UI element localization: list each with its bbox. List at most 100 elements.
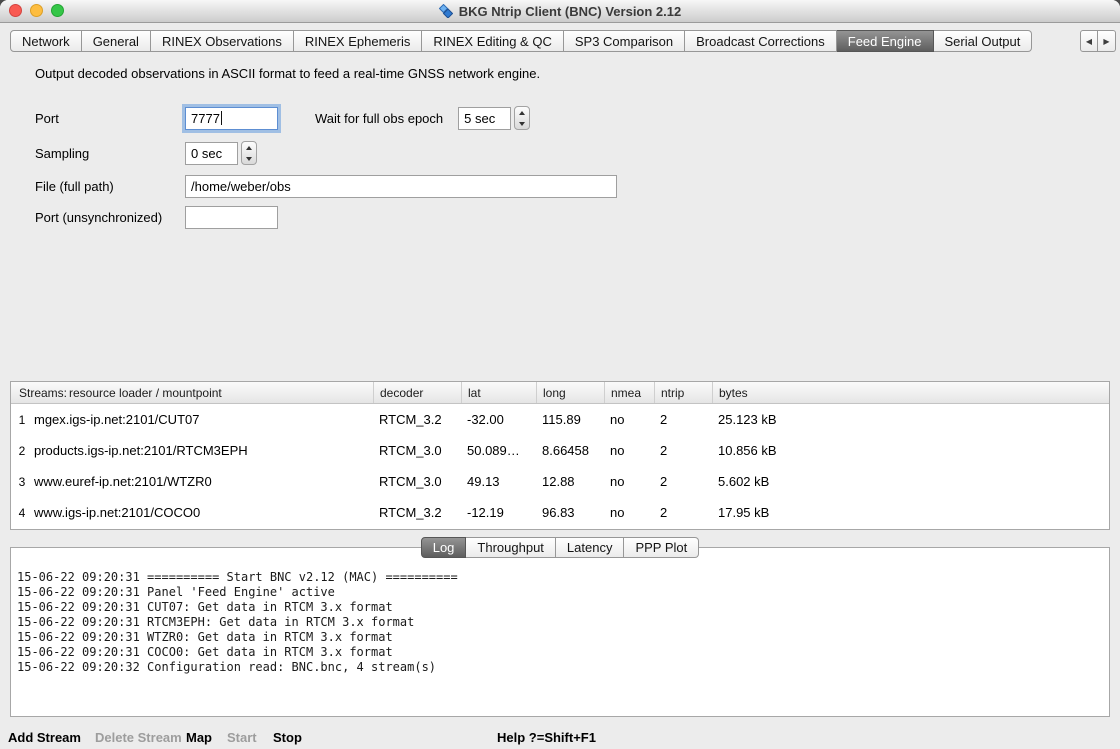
tab-network[interactable]: Network (10, 30, 82, 52)
row-number: 4 (11, 506, 33, 520)
left-arrow-icon: ◀ (1086, 37, 1092, 46)
stop-button[interactable]: Stop (273, 730, 302, 745)
tab-log[interactable]: Log (421, 537, 467, 558)
text-cursor (221, 111, 222, 125)
file-path-input[interactable] (185, 175, 617, 198)
log-line: 15-06-22 09:20:31 RTCM3EPH: Get data in … (17, 615, 1103, 630)
column-header-decoder[interactable]: decoder (373, 382, 461, 403)
column-header-mountpoint[interactable]: resource loader / mountpoint (61, 382, 373, 403)
add-stream-button[interactable]: Add Stream (8, 730, 81, 745)
port-value: 7777 (191, 111, 220, 126)
stream-mountpoint: www.euref-ip.net:2101/WTZR0 (33, 474, 373, 489)
window-controls (9, 4, 64, 17)
map-button[interactable]: Map (186, 730, 212, 745)
stream-long: 12.88 (536, 474, 604, 489)
bnc-window: BKG Ntrip Client (BNC) Version 2.12 Netw… (0, 0, 1120, 749)
down-arrow-icon (519, 122, 525, 126)
stream-bytes: 17.95 kB (712, 505, 1109, 520)
wait-epoch-value: 5 sec (464, 111, 495, 126)
sampling-value: 0 sec (191, 146, 222, 161)
streams-corner-label: Streams: (11, 382, 61, 403)
log-panel[interactable]: 15-06-22 09:20:31 ========== Start BNC v… (10, 547, 1110, 717)
stream-mountpoint: products.igs-ip.net:2101/RTCM3EPH (33, 443, 373, 458)
column-header-long[interactable]: long (536, 382, 604, 403)
title-bar: BKG Ntrip Client (BNC) Version 2.12 (0, 0, 1120, 23)
stream-row[interactable]: 4 www.igs-ip.net:2101/COCO0 RTCM_3.2 -12… (11, 497, 1109, 528)
stream-long: 115.89 (536, 412, 604, 427)
wait-epoch-spinbox[interactable]: 5 sec (458, 107, 511, 130)
footer-bar: Add Stream Delete Stream Map Start Stop … (0, 728, 1120, 749)
stream-lat: 49.13 (461, 474, 536, 489)
sampling-step-up-button[interactable] (242, 142, 256, 153)
stream-row[interactable]: 2 products.igs-ip.net:2101/RTCM3EPH RTCM… (11, 435, 1109, 466)
streams-table: Streams: resource loader / mountpoint de… (10, 381, 1110, 530)
streams-table-header: Streams: resource loader / mountpoint de… (11, 382, 1109, 404)
help-shortcut-label: Help ?=Shift+F1 (497, 730, 596, 745)
stream-mountpoint: mgex.igs-ip.net:2101/CUT07 (33, 412, 373, 427)
stream-decoder: RTCM_3.2 (373, 505, 461, 520)
tab-sp3-comparison[interactable]: SP3 Comparison (564, 30, 685, 52)
panel-description: Output decoded observations in ASCII for… (35, 66, 540, 81)
log-line: 15-06-22 09:20:31 WTZR0: Get data in RTC… (17, 630, 1103, 645)
sampling-stepper (241, 141, 257, 165)
stream-bytes: 5.602 kB (712, 474, 1109, 489)
wait-epoch-stepper (514, 106, 530, 130)
stream-ntrip: 2 (654, 443, 712, 458)
log-tab-bar: Log Throughput Latency PPP Plot (0, 537, 1120, 558)
start-button[interactable]: Start (227, 730, 257, 745)
stream-decoder: RTCM_3.2 (373, 412, 461, 427)
log-line: 15-06-22 09:20:31 ========== Start BNC v… (17, 570, 1103, 585)
port-input[interactable]: 7777 (185, 107, 278, 130)
column-header-nmea[interactable]: nmea (604, 382, 654, 403)
tab-serial-output[interactable]: Serial Output (934, 30, 1033, 52)
tab-rinex-editing-qc[interactable]: RINEX Editing & QC (422, 30, 564, 52)
wait-epoch-label: Wait for full obs epoch (315, 111, 443, 126)
up-arrow-icon (246, 146, 252, 150)
column-header-lat[interactable]: lat (461, 382, 536, 403)
stream-row[interactable]: 1 mgex.igs-ip.net:2101/CUT07 RTCM_3.2 -3… (11, 404, 1109, 435)
column-header-bytes[interactable]: bytes (712, 382, 1109, 403)
window-title-text: BKG Ntrip Client (BNC) Version 2.12 (459, 4, 681, 19)
app-icon (439, 4, 453, 18)
log-line: 15-06-22 09:20:31 Panel 'Feed Engine' ac… (17, 585, 1103, 600)
stream-bytes: 25.123 kB (712, 412, 1109, 427)
stream-row[interactable]: 3 www.euref-ip.net:2101/WTZR0 RTCM_3.0 4… (11, 466, 1109, 497)
tab-throughput[interactable]: Throughput (466, 537, 556, 558)
tab-scroll-left-button[interactable]: ◀ (1080, 30, 1098, 52)
tab-latency[interactable]: Latency (556, 537, 625, 558)
tab-general[interactable]: General (82, 30, 151, 52)
zoom-button[interactable] (51, 4, 64, 17)
delete-stream-button[interactable]: Delete Stream (95, 730, 182, 745)
tab-broadcast-corrections[interactable]: Broadcast Corrections (685, 30, 837, 52)
window-title: BKG Ntrip Client (BNC) Version 2.12 (439, 4, 681, 19)
stream-ntrip: 2 (654, 474, 712, 489)
stream-ntrip: 2 (654, 505, 712, 520)
stream-nmea: no (604, 443, 654, 458)
column-header-ntrip[interactable]: ntrip (654, 382, 712, 403)
wait-epoch-step-down-button[interactable] (515, 118, 529, 129)
stream-long: 8.66458 (536, 443, 604, 458)
stream-nmea: no (604, 412, 654, 427)
close-button[interactable] (9, 4, 22, 17)
sampling-spinbox[interactable]: 0 sec (185, 142, 238, 165)
main-tab-bar: Network General RINEX Observations RINEX… (10, 30, 1116, 52)
stream-nmea: no (604, 474, 654, 489)
sampling-step-down-button[interactable] (242, 153, 256, 164)
port-unsynchronized-label: Port (unsynchronized) (35, 210, 185, 225)
port-unsynchronized-input[interactable] (185, 206, 278, 229)
row-number: 3 (11, 475, 33, 489)
stream-lat: -12.19 (461, 505, 536, 520)
port-label: Port (35, 111, 185, 126)
stream-decoder: RTCM_3.0 (373, 474, 461, 489)
stream-bytes: 10.856 kB (712, 443, 1109, 458)
tab-rinex-ephemeris[interactable]: RINEX Ephemeris (294, 30, 422, 52)
sampling-label: Sampling (35, 146, 185, 161)
file-path-label: File (full path) (35, 179, 185, 194)
tab-feed-engine[interactable]: Feed Engine (837, 30, 934, 52)
row-number: 2 (11, 444, 33, 458)
minimize-button[interactable] (30, 4, 43, 17)
wait-epoch-step-up-button[interactable] (515, 107, 529, 118)
tab-rinex-observations[interactable]: RINEX Observations (151, 30, 294, 52)
tab-ppp-plot[interactable]: PPP Plot (624, 537, 699, 558)
tab-scroll-right-button[interactable]: ▶ (1098, 30, 1116, 52)
